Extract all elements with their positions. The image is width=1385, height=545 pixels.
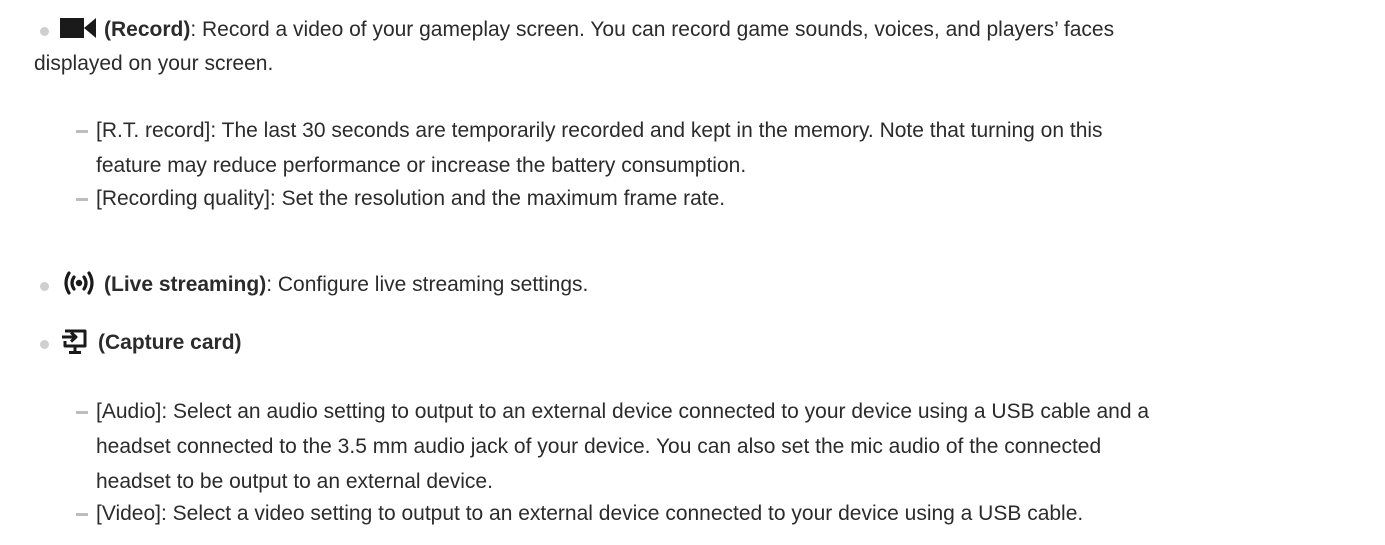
bullet-dot [40, 27, 49, 36]
capture-card-title: (Capture card) [98, 331, 242, 354]
video-line: [Video]: Select a video setting to outpu… [96, 502, 1084, 525]
dash-marker [76, 513, 88, 516]
bullet-dot [40, 282, 49, 291]
live-streaming-item: (Live streaming): Configure live streami… [60, 269, 588, 301]
rt-record-line2: feature may reduce performance or increa… [96, 154, 747, 177]
live-streaming-title: (Live streaming) [104, 273, 267, 296]
record-item: (Record): Record a video of your gamepla… [60, 14, 1114, 46]
dash-marker [76, 130, 88, 133]
video-camera-icon [60, 18, 96, 39]
rt-record-line1: [R.T. record]: The last 30 seconds are t… [96, 119, 1103, 142]
record-description-continued: displayed on your screen. [34, 52, 274, 75]
record-description: : Record a video of your gameplay screen… [190, 18, 1115, 41]
record-title: (Record) [104, 18, 191, 41]
audio-line3: headset to be output to an external devi… [96, 470, 493, 493]
audio-line2: headset connected to the 3.5 mm audio ja… [96, 435, 1102, 458]
live-streaming-description: : Configure live streaming settings. [266, 273, 589, 296]
broadcast-icon [64, 271, 94, 296]
recording-quality-line: [Recording quality]: Set the resolution … [96, 187, 726, 210]
capture-card-item: (Capture card) [60, 327, 242, 359]
bullet-dot [40, 340, 49, 349]
audio-line1: [Audio]: Select an audio setting to outp… [96, 400, 1150, 423]
dash-marker [76, 411, 88, 414]
capture-input-icon [62, 329, 87, 355]
dash-marker [76, 198, 88, 201]
